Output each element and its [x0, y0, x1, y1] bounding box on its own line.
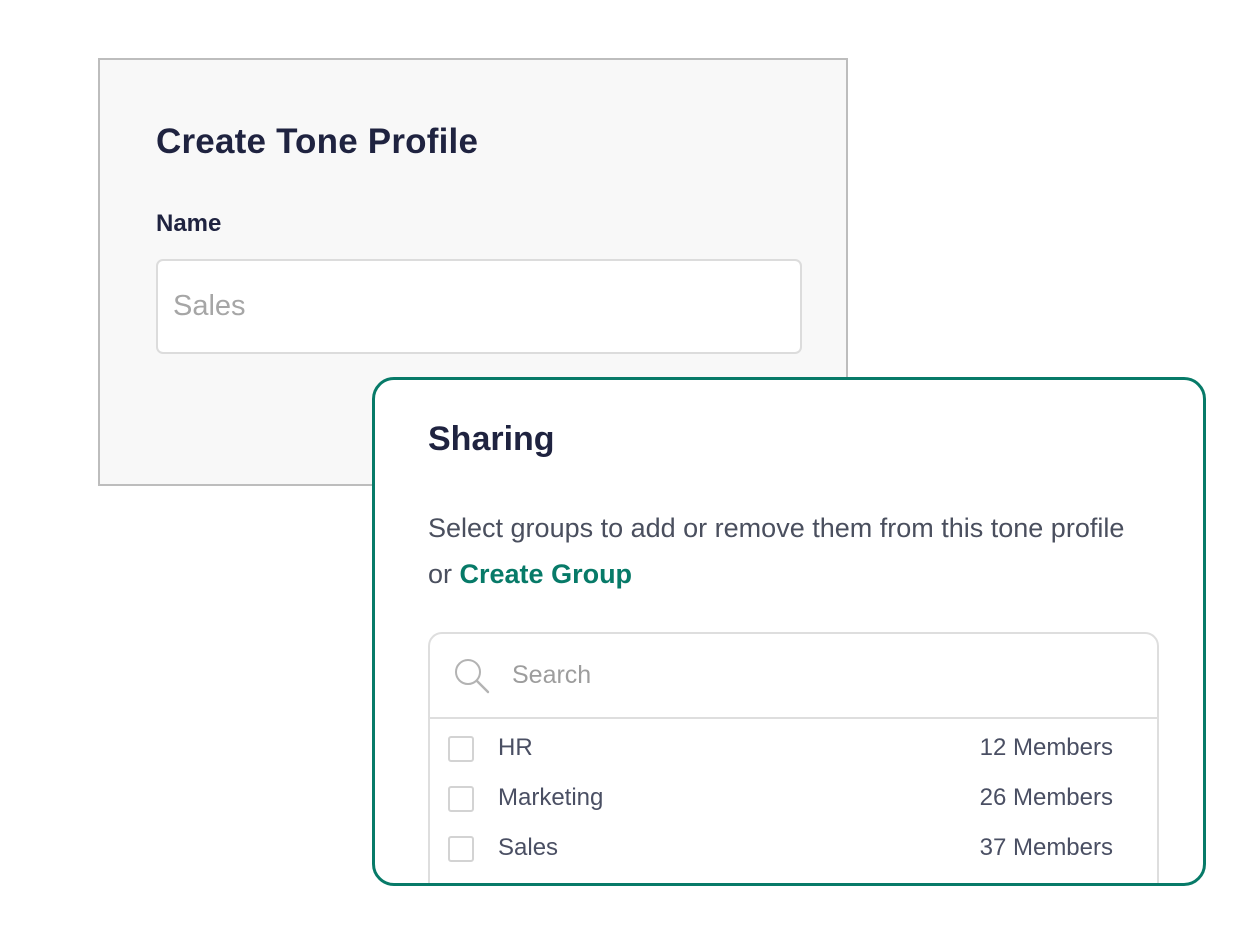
sharing-panel: Sharing Select groups to add or remove t…	[372, 377, 1206, 886]
group-list: HR 12 Members Marketing 26 Members Sales…	[430, 727, 1157, 877]
group-name: HR	[498, 734, 533, 761]
group-name: Sales	[498, 834, 559, 861]
create-group-link[interactable]: Create Group	[460, 559, 633, 589]
group-row-hr[interactable]: HR 12 Members	[430, 727, 1157, 777]
sharing-title: Sharing	[428, 420, 555, 458]
group-member-count: 12 Members	[979, 734, 1113, 761]
group-row-marketing[interactable]: Marketing 26 Members	[430, 777, 1157, 827]
group-checkbox-sales[interactable]	[448, 836, 474, 862]
page-title: Create Tone Profile	[156, 122, 479, 161]
group-name: Marketing	[498, 784, 604, 811]
group-selector: HR 12 Members Marketing 26 Members Sales…	[428, 632, 1159, 883]
name-input[interactable]	[156, 259, 802, 354]
group-checkbox-marketing[interactable]	[448, 786, 474, 812]
name-label: Name	[156, 210, 222, 237]
search-icon	[452, 656, 492, 696]
sharing-description: Select groups to add or remove them from…	[428, 505, 1148, 597]
group-member-count: 26 Members	[979, 784, 1113, 811]
search-bar	[430, 634, 1157, 719]
group-checkbox-hr[interactable]	[448, 736, 474, 762]
group-row-sales[interactable]: Sales 37 Members	[430, 827, 1157, 877]
group-member-count: 37 Members	[979, 834, 1113, 861]
search-input[interactable]	[512, 652, 1112, 698]
